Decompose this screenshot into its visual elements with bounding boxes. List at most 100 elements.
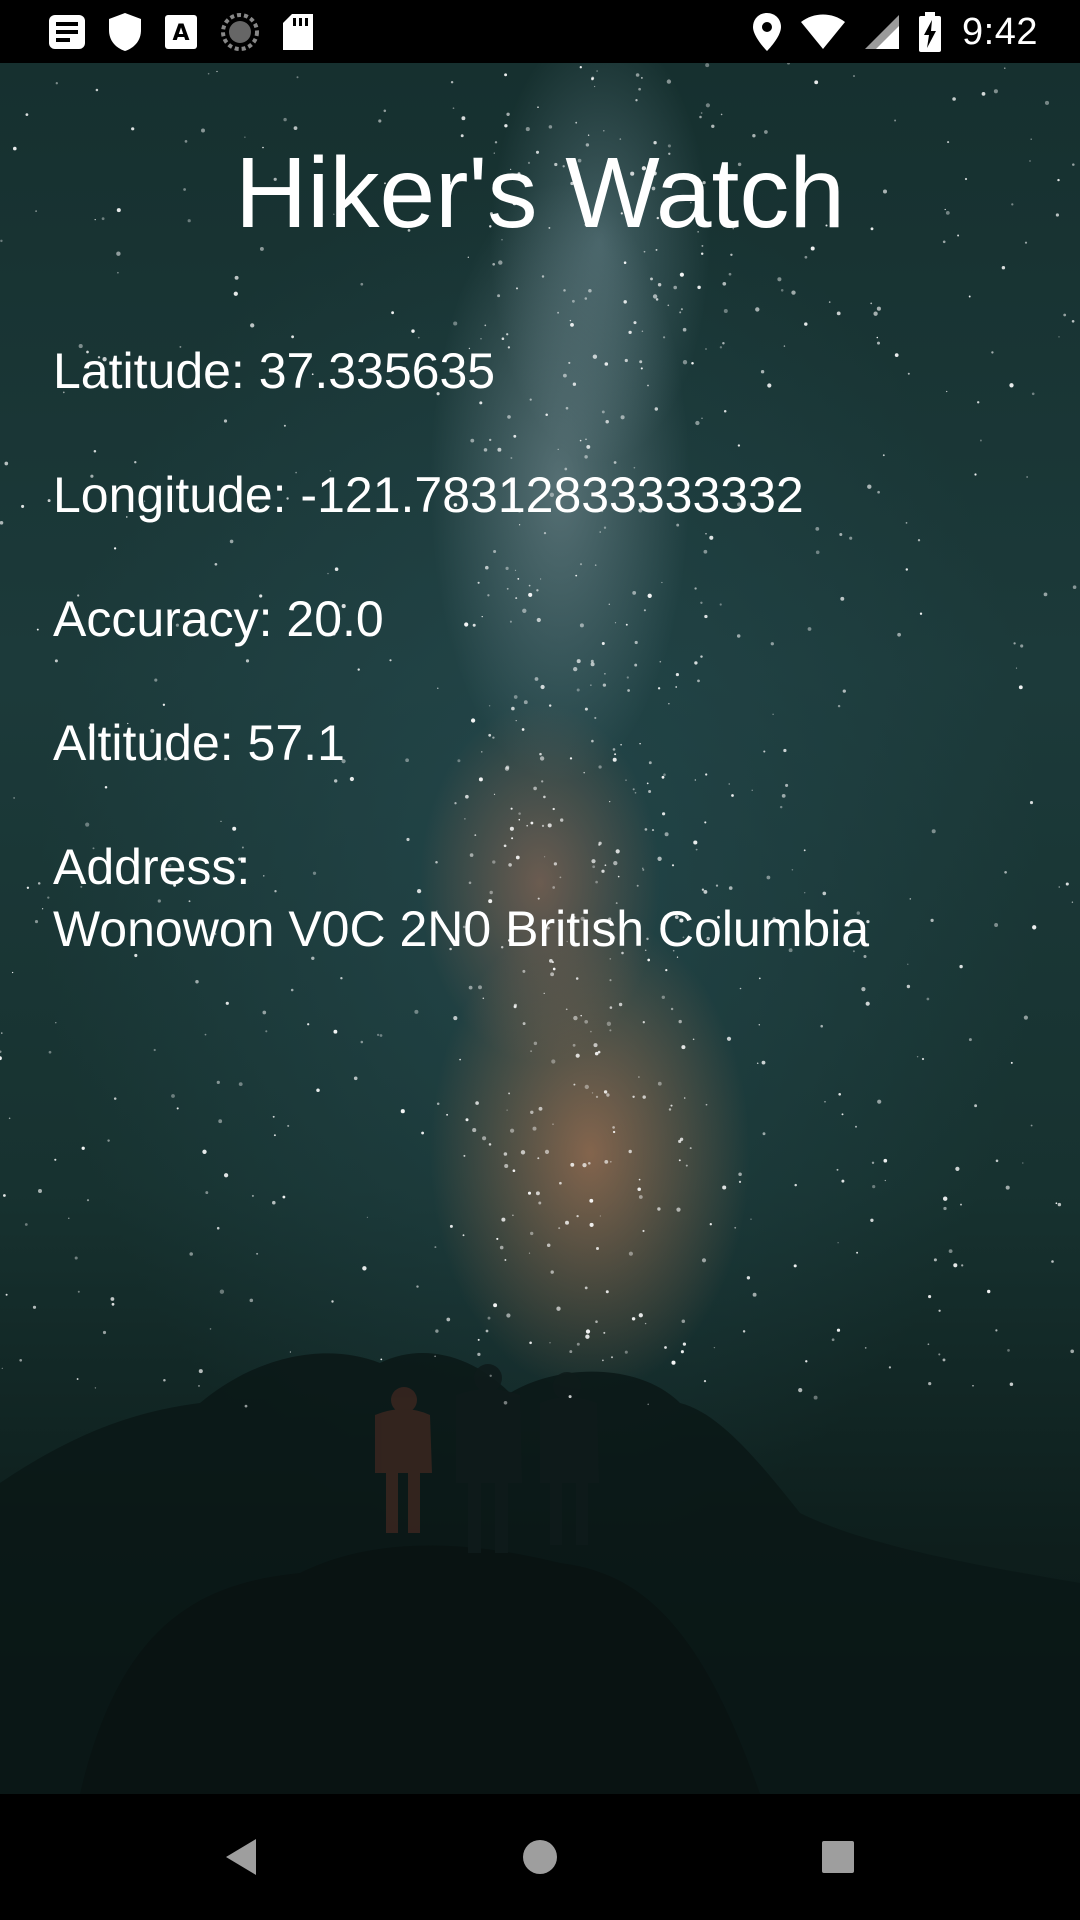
star — [508, 1092, 511, 1095]
star — [530, 1050, 533, 1053]
star — [871, 1161, 875, 1165]
star — [623, 300, 627, 304]
star — [682, 327, 687, 332]
star — [462, 1234, 465, 1237]
star — [681, 1319, 686, 1324]
star — [1071, 319, 1075, 323]
star — [709, 1223, 712, 1226]
star — [595, 1320, 598, 1323]
star — [606, 1021, 612, 1026]
star — [883, 1158, 888, 1163]
star — [641, 330, 644, 332]
star — [1044, 100, 1050, 105]
star — [13, 797, 15, 799]
star — [870, 302, 873, 305]
star — [216, 1080, 220, 1085]
star — [21, 504, 25, 508]
star — [1023, 1015, 1028, 1020]
star — [666, 79, 672, 84]
star — [591, 1092, 594, 1094]
star — [1071, 901, 1074, 903]
star — [590, 1030, 592, 1033]
star — [380, 1358, 383, 1361]
star — [383, 109, 387, 113]
star — [872, 1185, 876, 1189]
star — [680, 308, 683, 311]
star — [565, 1220, 569, 1225]
star — [582, 1162, 587, 1168]
star — [864, 1347, 867, 1349]
star — [530, 1110, 534, 1115]
star — [477, 1338, 480, 1341]
star — [861, 986, 866, 992]
star — [0, 1056, 2, 1061]
star — [416, 1285, 419, 1288]
location-pin-icon — [753, 13, 782, 51]
star — [559, 1181, 562, 1185]
star — [794, 1183, 797, 1187]
star — [449, 1224, 453, 1228]
star — [475, 1101, 479, 1105]
star — [603, 1090, 608, 1094]
star — [604, 1159, 609, 1164]
star — [3, 1194, 6, 1197]
star — [974, 1104, 978, 1108]
star — [665, 968, 668, 972]
main-content: Hiker's Watch Latitude: 37.335635 Longit… — [0, 63, 1080, 1794]
star — [921, 1057, 925, 1061]
star — [728, 272, 732, 276]
battery-charging-icon — [919, 12, 942, 52]
star — [489, 1374, 492, 1378]
star — [446, 1317, 451, 1322]
star — [981, 92, 986, 96]
star — [603, 1331, 606, 1334]
star — [609, 979, 612, 982]
star — [0, 1050, 2, 1054]
recents-icon — [822, 1841, 854, 1873]
recents-button[interactable] — [803, 1822, 873, 1892]
star — [1, 1032, 3, 1034]
star — [307, 1023, 310, 1026]
star — [189, 1252, 193, 1256]
star — [722, 1185, 727, 1190]
star — [238, 1082, 243, 1087]
star — [692, 1038, 695, 1041]
star — [331, 1300, 334, 1303]
star — [576, 1214, 579, 1218]
star — [340, 977, 343, 980]
star — [1072, 585, 1077, 589]
star — [537, 1157, 540, 1160]
star — [657, 282, 662, 287]
star — [610, 1356, 614, 1359]
star — [1055, 1202, 1058, 1205]
star — [576, 1342, 580, 1346]
star — [202, 1149, 207, 1154]
star — [679, 311, 682, 314]
star — [558, 1227, 561, 1230]
home-button[interactable] — [505, 1822, 575, 1892]
star — [77, 1290, 80, 1293]
star — [504, 1163, 509, 1169]
star — [756, 1062, 759, 1064]
star — [525, 127, 530, 132]
star — [256, 1252, 259, 1255]
star — [679, 1137, 684, 1141]
star — [673, 285, 678, 290]
star — [283, 117, 287, 122]
star — [777, 277, 782, 282]
star — [632, 1095, 635, 1098]
star — [927, 1343, 930, 1346]
sd-card-icon — [283, 14, 313, 50]
address-value: Wonowon V0C 2N0 British Columbia — [53, 901, 870, 957]
star — [995, 1159, 999, 1163]
star — [593, 1043, 598, 1048]
star — [573, 1015, 578, 1021]
back-button[interactable] — [206, 1822, 276, 1892]
star — [563, 289, 566, 292]
star — [894, 119, 897, 122]
star — [730, 253, 733, 257]
star — [1057, 1202, 1062, 1207]
star — [76, 1378, 79, 1380]
star — [538, 1201, 542, 1205]
star — [171, 1094, 175, 1098]
